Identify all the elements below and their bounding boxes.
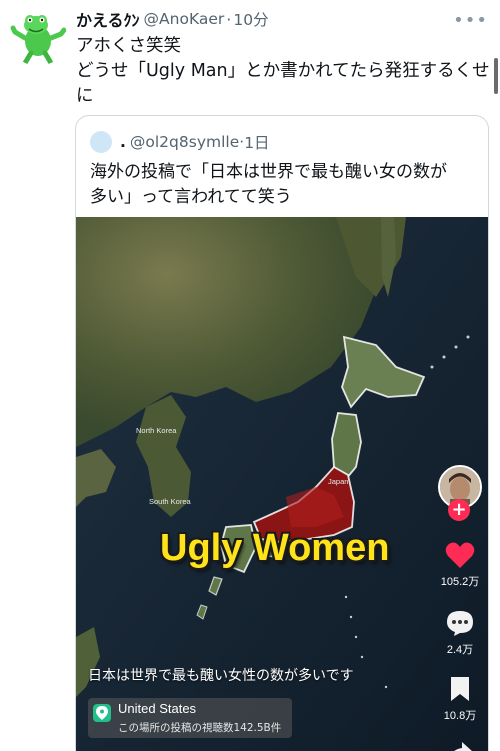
comment-count: 2.4万 xyxy=(446,644,474,656)
avatar[interactable] xyxy=(9,8,67,66)
location-name: United States xyxy=(118,701,197,716)
video-overlay-title: Ugly Women xyxy=(160,527,390,569)
quote-text: 海外の投稿で「日本は世界で最も醜い女の数が 多い」って言われてて笑う xyxy=(90,160,480,210)
like-count: 105.2万 xyxy=(440,576,480,588)
bookmark-icon xyxy=(436,673,484,705)
more-options-icon[interactable]: ••• xyxy=(453,10,488,31)
like-button[interactable]: 105.2万 xyxy=(436,539,484,589)
location-views: この場所の投稿の視聴数142.5B件 xyxy=(118,722,282,734)
creator-avatar[interactable]: + xyxy=(436,465,484,527)
quote-header: . @ol2q8symlle · 1日 xyxy=(90,130,270,154)
tweet-line: に xyxy=(76,86,94,106)
heart-icon xyxy=(436,539,484,571)
frog-avatar-icon xyxy=(9,8,67,66)
share-icon xyxy=(436,737,484,751)
share-button[interactable] xyxy=(436,737,484,751)
display-name[interactable]: かえるｸﾝ xyxy=(76,7,140,31)
tweet-line: どうせ「Ugly Man」とか書かれてたら発狂するくせ xyxy=(76,61,490,81)
location-tag[interactable]: United States この場所の投稿の視聴数142.5B件 xyxy=(88,698,292,738)
quote-line: 多い」って言われてて笑う xyxy=(90,187,292,207)
map-label-south-korea: South Korea xyxy=(149,497,191,506)
separator-dot: · xyxy=(226,9,232,29)
comment-icon xyxy=(436,607,484,639)
tweet-time[interactable]: 10分 xyxy=(233,8,268,30)
quoted-tweet[interactable]: . @ol2q8symlle · 1日 海外の投稿で「日本は世界で最も醜い女の数… xyxy=(75,115,489,751)
scrollbar[interactable] xyxy=(494,58,498,94)
tweet-text: アホくさ笑笑 どうせ「Ugly Man」とか書かれてたら発狂するくせ に xyxy=(76,34,490,109)
save-button[interactable]: 10.8万 xyxy=(436,673,484,723)
comment-button[interactable]: 2.4万 xyxy=(436,607,484,657)
follow-plus-icon[interactable]: + xyxy=(448,499,470,521)
quote-line: 海外の投稿で「日本は世界で最も醜い女の数が xyxy=(90,162,447,182)
tweet-line: アホくさ笑笑 xyxy=(76,36,181,56)
quote-display-name[interactable]: . xyxy=(120,133,126,151)
video-caption: 日本は世界で最も醜い女性の数が多いです xyxy=(88,668,354,684)
quote-time[interactable]: 1日 xyxy=(244,131,269,153)
save-count: 10.8万 xyxy=(443,710,477,722)
map-label-north-korea: North Korea xyxy=(136,426,177,435)
location-pin-icon xyxy=(93,704,111,722)
tweet-header: かえるｸﾝ @AnoKaer · 10分 ••• xyxy=(76,7,488,32)
quote-avatar[interactable] xyxy=(90,131,112,153)
map-label-japan: Japan xyxy=(328,477,349,486)
quote-handle[interactable]: @ol2q8symlle xyxy=(130,133,239,151)
user-handle[interactable]: @AnoKaer xyxy=(144,10,225,28)
video-media[interactable]: North Korea South Korea Japan Ugly Women… xyxy=(76,217,488,751)
